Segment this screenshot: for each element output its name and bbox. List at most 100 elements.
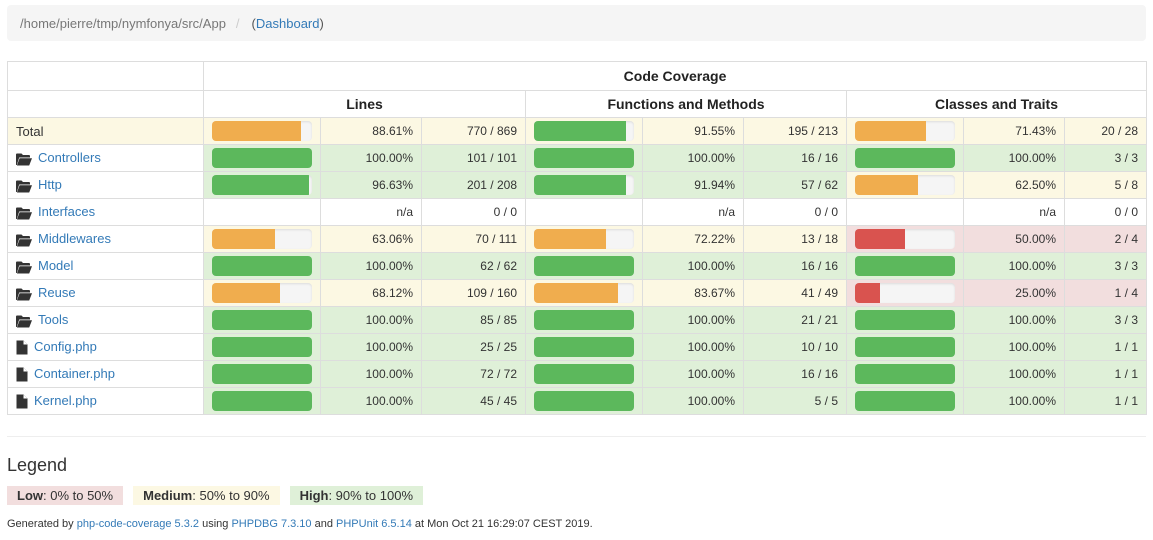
classes-percent: 62.50%: [963, 171, 1065, 199]
file-icon: [16, 367, 28, 382]
functions-progress-fill: [534, 283, 618, 303]
item-name-cell: Model: [7, 252, 204, 280]
functions-bar-cell: [525, 252, 643, 280]
lines-progress: [212, 337, 312, 357]
lines-progress-fill: [212, 175, 309, 195]
lines-count: 72 / 72: [421, 360, 526, 388]
lines-progress: [212, 364, 312, 384]
classes-percent: 100.00%: [963, 387, 1065, 415]
item-link[interactable]: Reuse: [38, 285, 76, 300]
classes-count: 1 / 1: [1063, 360, 1148, 388]
item-name-cell: Middlewares: [7, 225, 204, 253]
classes-percent: 100.00%: [963, 306, 1065, 334]
lines-progress-fill: [212, 310, 312, 330]
classes-percent: n/a: [963, 198, 1065, 226]
legend-low-label: Low: [17, 488, 43, 503]
item-link[interactable]: Config.php: [34, 339, 97, 354]
lines-count: 0 / 0: [421, 198, 526, 226]
functions-percent: 100.00%: [642, 387, 744, 415]
functions-count: 5 / 5: [743, 387, 847, 415]
item-link[interactable]: Middlewares: [38, 231, 111, 246]
classes-progress: [855, 283, 955, 303]
classes-percent: 100.00%: [963, 360, 1065, 388]
functions-bar-cell: [525, 387, 643, 415]
functions-bar-cell: [525, 279, 643, 307]
phpdbg-link[interactable]: PHPDBG 7.3.10: [231, 518, 311, 530]
lines-bar-cell: [203, 225, 321, 253]
functions-progress: [534, 148, 634, 168]
dashboard-link[interactable]: Dashboard: [256, 16, 320, 31]
lines-progress-fill: [212, 256, 312, 276]
functions-bar-cell: [525, 117, 643, 145]
classes-percent: 100.00%: [963, 333, 1065, 361]
legend: Low: 0% to 50% Medium: 50% to 90% High: …: [7, 486, 1146, 505]
lines-progress: [212, 229, 312, 249]
legend-high-range: : 90% to 100%: [328, 488, 414, 503]
item-link[interactable]: Container.php: [34, 366, 115, 381]
functions-bar-cell: [525, 360, 643, 388]
lines-percent: 100.00%: [320, 387, 422, 415]
functions-count: 57 / 62: [743, 171, 847, 199]
table-row: Tools 100.00% 85 / 85 100.00% 21 / 21 100.00%…: [7, 306, 1148, 334]
phpunit-link[interactable]: PHPUnit 6.5.14: [336, 518, 412, 530]
item-name-cell: Config.php: [7, 333, 204, 361]
lines-progress: [212, 148, 312, 168]
functions-progress-fill: [534, 337, 634, 357]
table-row: Interfaces n/a 0 / 0 n/a 0 / 0 n/a 0 / 0: [7, 198, 1148, 226]
legend-medium-label: Medium: [143, 488, 193, 503]
legend-medium-range: : 50% to 90%: [192, 488, 270, 503]
functions-count: 16 / 16: [743, 252, 847, 280]
functions-percent: 100.00%: [642, 333, 744, 361]
item-name-cell: Reuse: [7, 279, 204, 307]
lines-percent: 100.00%: [320, 252, 422, 280]
classes-bar-cell: [846, 198, 964, 226]
classes-percent: 100.00%: [963, 144, 1065, 172]
classes-progress-fill: [855, 148, 955, 168]
lines-progress-fill: [212, 229, 276, 249]
functions-percent: 100.00%: [642, 144, 744, 172]
item-name-cell: Kernel.php: [7, 387, 204, 415]
classes-bar-cell: [846, 171, 964, 199]
legend-low-range: : 0% to 50%: [43, 488, 114, 503]
item-link[interactable]: Http: [38, 177, 62, 192]
item-name-cell: Controllers: [7, 144, 204, 172]
functions-count: 0 / 0: [743, 198, 847, 226]
item-link[interactable]: Interfaces: [38, 204, 95, 219]
total-label-cell: Total: [7, 117, 204, 145]
lines-count: 101 / 101: [421, 144, 526, 172]
functions-count: 195 / 213: [743, 117, 847, 145]
folder-icon: [16, 261, 32, 274]
lines-bar-cell: [203, 144, 321, 172]
coverage-table: Code Coverage Lines Functions and Method…: [7, 61, 1148, 415]
folder-icon: [16, 180, 32, 193]
classes-progress: [855, 256, 955, 276]
functions-count: 21 / 21: [743, 306, 847, 334]
item-link[interactable]: Controllers: [38, 150, 101, 165]
classes-progress-fill: [855, 256, 955, 276]
lines-bar-cell: [203, 306, 321, 334]
classes-count: 5 / 8: [1063, 171, 1148, 199]
item-link[interactable]: Tools: [38, 312, 68, 327]
lines-count: 109 / 160: [421, 279, 526, 307]
table-row: Config.php 100.00% 25 / 25 100.00% 10 / 10 10…: [7, 333, 1148, 361]
lines-count: 25 / 25: [421, 333, 526, 361]
classes-count: 3 / 3: [1063, 144, 1148, 172]
php-code-coverage-link[interactable]: php-code-coverage 5.3.2: [77, 518, 199, 530]
functions-progress-fill: [534, 310, 634, 330]
file-icon: [16, 394, 28, 409]
breadcrumb: /home/pierre/tmp/nymfonya/src/App / (Das…: [7, 5, 1146, 41]
item-link[interactable]: Model: [38, 258, 73, 273]
header-classes: Classes and Traits: [845, 90, 1148, 118]
lines-bar-cell: [203, 117, 321, 145]
lines-percent: 68.12%: [320, 279, 422, 307]
functions-count: 16 / 16: [743, 144, 847, 172]
lines-percent: 88.61%: [320, 117, 422, 145]
breadcrumb-separator: /: [235, 15, 240, 31]
total-label: Total: [16, 123, 44, 139]
item-link[interactable]: Kernel.php: [34, 393, 97, 408]
classes-bar-cell: [846, 387, 964, 415]
legend-high: High: 90% to 100%: [289, 486, 424, 505]
lines-bar-cell: [203, 279, 321, 307]
folder-icon: [16, 288, 32, 301]
classes-percent: 100.00%: [963, 252, 1065, 280]
